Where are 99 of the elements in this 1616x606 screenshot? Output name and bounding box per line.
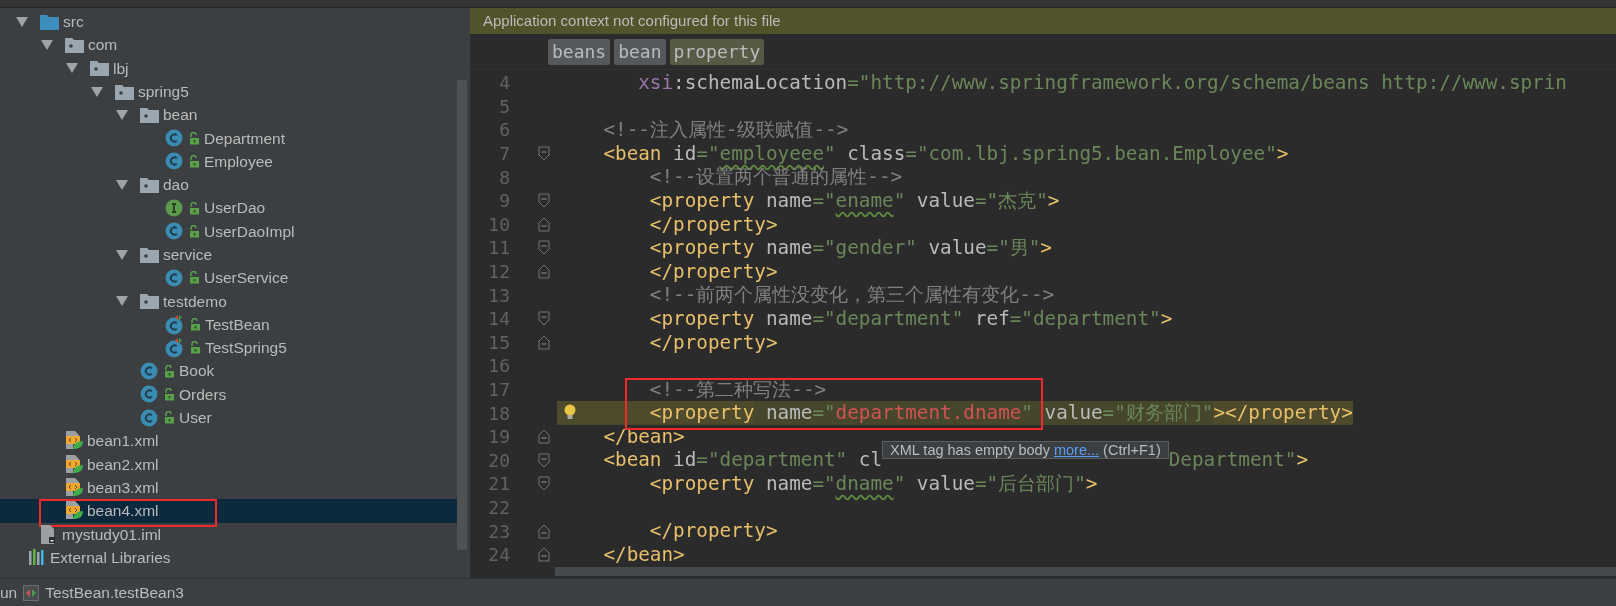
tree-item-label: bean2.xml [87,454,159,475]
line-number: 6 [498,118,510,143]
line-number: 4 [498,71,510,96]
line-number: 21 [487,472,510,497]
tree-item-label: External Libraries [50,547,171,568]
tree-item[interactable]: TestBean [0,312,457,337]
tree-item[interactable]: Employee [0,149,457,174]
tree-item[interactable]: testdemo [0,289,457,313]
tree-item[interactable]: Department [0,126,457,150]
code-line: <bean id="employeee" class="com.lbj.spring5.bean.Employee"> [602,141,1289,166]
code-text: Department" [1168,447,1297,471]
tree-item-label: User [179,408,212,429]
code-line: <!--第二种写法--> [648,377,827,402]
line-number: 13 [487,283,510,308]
line-number: 10 [487,212,510,237]
code-line: <property name="department" ref="department"> [648,306,1173,331]
tree-item-label: service [163,245,213,265]
code-line: <!--前两个属性没变化，第三个属性有变化--> [648,283,1055,307]
line-number: 15 [487,330,510,355]
breadcrumb[interactable]: beans [548,38,611,65]
tree-item[interactable]: Orders [0,382,457,407]
code-line: <property name="ename" value="杰克"> [648,188,1060,213]
line-number: 16 [487,354,510,379]
tree-item[interactable]: dao [0,173,457,197]
tree-item-label: dao [163,175,189,196]
tree-item[interactable]: TestSpring5 [0,336,457,360]
tree-item-label: Employee [204,151,273,172]
code-line: </property> [648,212,778,237]
notification-text: Application context not configured for this file [483,10,781,31]
tree-item[interactable]: UserDao [0,196,457,220]
tree-item[interactable]: Book [0,359,457,383]
tree-item[interactable]: lbj [0,56,457,80]
tree-item[interactable]: User [0,406,457,430]
tree-item-label: Department [204,128,285,149]
tree-item[interactable]: bean [0,103,457,127]
tree-item[interactable]: mystudy01.iml [0,522,457,546]
line-number: 14 [487,307,510,332]
tree-item-label: bean [163,105,198,126]
tree-item[interactable]: External Libraries [0,545,457,570]
shortcut-text: (Ctrl+F1) [1103,441,1161,458]
line-number: 17 [487,378,510,402]
code-line: <property name="gender" value="男"> [648,236,1052,260]
code-line: <property name="dname" value="后台部门"> [648,472,1098,496]
code-line: </property> [648,330,778,355]
line-number: 8 [498,165,510,190]
line-number: 5 [498,94,510,119]
tree-item-label: mystudy01.iml [62,524,162,545]
breadcrumb[interactable]: property [669,38,765,65]
tree-item-label: bean4.xml [87,501,159,522]
code-line: </bean> [602,542,685,567]
tree-item[interactable]: src [0,10,457,34]
tree-item-label: UserDao [204,198,266,219]
code-text: cl [857,447,883,471]
tree-item[interactable]: bean2.xml [0,452,457,476]
line-number: 20 [487,448,510,473]
tree-item-label: UserDaoImpl [204,221,295,242]
tree-item-label: bean3.xml [87,477,159,498]
line-number: 11 [487,236,510,261]
tree-item-label: src [63,12,84,32]
code-line: <!--设置两个普通的属性--> [648,165,903,189]
tree-item[interactable]: UserDaoImpl [0,219,457,243]
tree-item-label: bean1.xml [87,431,159,452]
code-line: <!--注入属性-级联赋值--> [602,118,849,142]
line-number: 19 [487,425,510,450]
line-number: 12 [487,260,510,285]
tree-item-label: testdemo [163,291,227,312]
tooltip-text: XML tag has empty body [890,441,1050,458]
tree-item[interactable]: com [0,33,457,57]
tree-item-label: TestBean [205,314,270,335]
more-link[interactable]: more... [1053,441,1100,458]
tree-item[interactable]: service [0,242,457,267]
tree-item-label: com [88,35,118,56]
line-number: 24 [487,543,510,568]
breadcrumb[interactable]: bean [614,38,666,65]
tree-item-label: Book [179,361,215,382]
line-number: 18 [487,401,510,426]
tree-item[interactable]: bean3.xml [0,475,457,500]
code-line: xsi:schemaLocation="http://www.springframework.org/schema/beans http://www.sprin [637,71,1567,95]
line-number: 9 [498,189,510,214]
tree-item[interactable]: bean1.xml [0,429,457,453]
code-line: </property> [648,259,778,284]
tree-item-label: UserService [204,268,289,289]
line-number: 7 [498,142,510,167]
code-line: </property> [648,519,778,543]
tree-item-label: spring5 [138,81,189,102]
code-line: </bean> [602,424,685,449]
code-text: <bean [602,447,662,471]
tool-tab[interactable]: un [0,580,18,605]
run-configuration-name[interactable]: TestBean.testBean3 [45,580,184,605]
tree-item-label: lbj [113,58,129,79]
tree-item-label: TestSpring5 [205,338,287,359]
code-text: ="department" [696,447,848,471]
code-text: > [1296,447,1309,471]
tree-item[interactable]: UserService [0,266,457,290]
line-number: 22 [487,496,510,520]
tree-item-label: Orders [179,384,227,405]
line-number: 23 [487,519,510,544]
code-text: id [672,447,697,471]
tree-item[interactable]: spring5 [0,79,457,104]
